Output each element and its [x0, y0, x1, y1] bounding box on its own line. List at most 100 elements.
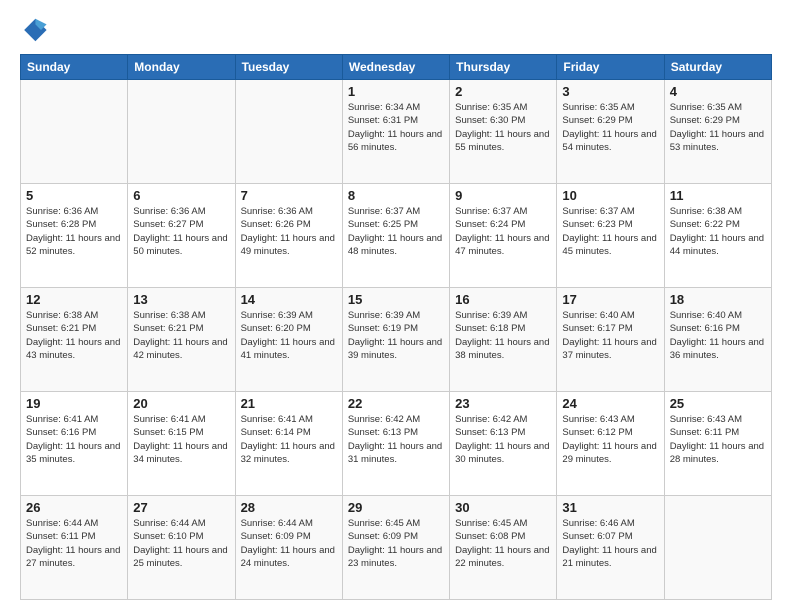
day-info: Sunrise: 6:37 AM Sunset: 6:23 PM Dayligh…: [562, 205, 658, 258]
calendar-body: 1 Sunrise: 6:34 AM Sunset: 6:31 PM Daylig…: [21, 80, 772, 600]
day-cell: 2Sunrise: 6:35 AM Sunset: 6:30 PM Daylig…: [450, 80, 557, 184]
day-cell: 18Sunrise: 6:40 AM Sunset: 6:16 PM Dayli…: [664, 288, 771, 392]
day-cell: 13 Sunrise: 6:38 AM Sunset: 6:21 PM Dayli…: [128, 288, 235, 392]
week-row-3: 19 Sunrise: 6:41 AM Sunset: 6:16 PM Dayli…: [21, 392, 772, 496]
header-cell-monday: Monday: [128, 55, 235, 80]
day-number: 31: [562, 500, 658, 515]
logo-icon: [20, 16, 48, 44]
header-cell-thursday: Thursday: [450, 55, 557, 80]
day-info: Sunrise: 6:39 AM Sunset: 6:19 PM Dayligh…: [348, 309, 444, 362]
day-info: Sunrise: 6:45 AM Sunset: 6:09 PM Dayligh…: [348, 517, 444, 570]
day-info: Sunrise: 6:40 AM Sunset: 6:17 PM Dayligh…: [562, 309, 658, 362]
header-cell-wednesday: Wednesday: [342, 55, 449, 80]
day-info: Sunrise: 6:39 AM Sunset: 6:20 PM Dayligh…: [241, 309, 337, 362]
day-number: 5: [26, 188, 122, 203]
calendar-header: SundayMondayTuesdayWednesdayThursdayFrid…: [21, 55, 772, 80]
day-cell: 1 Sunrise: 6:34 AM Sunset: 6:31 PM Daylig…: [342, 80, 449, 184]
day-cell: 16 Sunrise: 6:39 AM Sunset: 6:18 PM Dayli…: [450, 288, 557, 392]
day-info: Sunrise: 6:44 AM Sunset: 6:10 PM Dayligh…: [133, 517, 229, 570]
day-number: 12: [26, 292, 122, 307]
day-cell: [128, 80, 235, 184]
day-number: 23: [455, 396, 551, 411]
day-cell: 10 Sunrise: 6:37 AM Sunset: 6:23 PM Dayli…: [557, 184, 664, 288]
day-cell: 29 Sunrise: 6:45 AM Sunset: 6:09 PM Dayli…: [342, 496, 449, 600]
day-info: Sunrise: 6:42 AM Sunset: 6:13 PM Dayligh…: [455, 413, 551, 466]
day-number: 25: [670, 396, 766, 411]
day-number: 24: [562, 396, 658, 411]
day-info: Sunrise: 6:36 AM Sunset: 6:26 PM Dayligh…: [241, 205, 337, 258]
day-cell: 24 Sunrise: 6:43 AM Sunset: 6:12 PM Dayli…: [557, 392, 664, 496]
day-number: 28: [241, 500, 337, 515]
day-info: Sunrise: 6:39 AM Sunset: 6:18 PM Dayligh…: [455, 309, 551, 362]
day-cell: 22 Sunrise: 6:42 AM Sunset: 6:13 PM Dayli…: [342, 392, 449, 496]
day-cell: 14 Sunrise: 6:39 AM Sunset: 6:20 PM Dayli…: [235, 288, 342, 392]
day-cell: [235, 80, 342, 184]
header-cell-friday: Friday: [557, 55, 664, 80]
day-cell: 7 Sunrise: 6:36 AM Sunset: 6:26 PM Daylig…: [235, 184, 342, 288]
day-number: 30: [455, 500, 551, 515]
day-info: Sunrise: 6:41 AM Sunset: 6:16 PM Dayligh…: [26, 413, 122, 466]
day-number: 20: [133, 396, 229, 411]
day-number: 29: [348, 500, 444, 515]
day-info: Sunrise: 6:41 AM Sunset: 6:15 PM Dayligh…: [133, 413, 229, 466]
day-number: 7: [241, 188, 337, 203]
day-number: 21: [241, 396, 337, 411]
day-number: 8: [348, 188, 444, 203]
day-info: Sunrise: 6:44 AM Sunset: 6:11 PM Dayligh…: [26, 517, 122, 570]
header-row: SundayMondayTuesdayWednesdayThursdayFrid…: [21, 55, 772, 80]
day-cell: 5 Sunrise: 6:36 AM Sunset: 6:28 PM Daylig…: [21, 184, 128, 288]
day-cell: 19 Sunrise: 6:41 AM Sunset: 6:16 PM Dayli…: [21, 392, 128, 496]
day-cell: 11Sunrise: 6:38 AM Sunset: 6:22 PM Dayli…: [664, 184, 771, 288]
header-cell-saturday: Saturday: [664, 55, 771, 80]
day-info: Sunrise: 6:34 AM Sunset: 6:31 PM Dayligh…: [348, 101, 444, 154]
calendar-table: SundayMondayTuesdayWednesdayThursdayFrid…: [20, 54, 772, 600]
day-cell: 4Sunrise: 6:35 AM Sunset: 6:29 PM Daylig…: [664, 80, 771, 184]
day-cell: 30Sunrise: 6:45 AM Sunset: 6:08 PM Dayli…: [450, 496, 557, 600]
day-cell: [21, 80, 128, 184]
day-info: Sunrise: 6:36 AM Sunset: 6:28 PM Dayligh…: [26, 205, 122, 258]
day-cell: 23 Sunrise: 6:42 AM Sunset: 6:13 PM Dayli…: [450, 392, 557, 496]
day-number: 16: [455, 292, 551, 307]
day-info: Sunrise: 6:38 AM Sunset: 6:21 PM Dayligh…: [26, 309, 122, 362]
day-info: Sunrise: 6:46 AM Sunset: 6:07 PM Dayligh…: [562, 517, 658, 570]
day-info: Sunrise: 6:41 AM Sunset: 6:14 PM Dayligh…: [241, 413, 337, 466]
day-number: 4: [670, 84, 766, 99]
day-cell: 17Sunrise: 6:40 AM Sunset: 6:17 PM Dayli…: [557, 288, 664, 392]
day-number: 10: [562, 188, 658, 203]
day-number: 15: [348, 292, 444, 307]
day-cell: 20 Sunrise: 6:41 AM Sunset: 6:15 PM Dayli…: [128, 392, 235, 496]
header: [20, 16, 772, 44]
day-cell: 9 Sunrise: 6:37 AM Sunset: 6:24 PM Daylig…: [450, 184, 557, 288]
week-row-2: 12 Sunrise: 6:38 AM Sunset: 6:21 PM Dayli…: [21, 288, 772, 392]
day-cell: 3 Sunrise: 6:35 AM Sunset: 6:29 PM Daylig…: [557, 80, 664, 184]
day-cell: [664, 496, 771, 600]
day-info: Sunrise: 6:35 AM Sunset: 6:29 PM Dayligh…: [562, 101, 658, 154]
day-info: Sunrise: 6:38 AM Sunset: 6:21 PM Dayligh…: [133, 309, 229, 362]
day-number: 13: [133, 292, 229, 307]
day-number: 3: [562, 84, 658, 99]
day-number: 11: [670, 188, 766, 203]
day-info: Sunrise: 6:37 AM Sunset: 6:24 PM Dayligh…: [455, 205, 551, 258]
header-cell-sunday: Sunday: [21, 55, 128, 80]
day-number: 9: [455, 188, 551, 203]
day-number: 1: [348, 84, 444, 99]
day-info: Sunrise: 6:35 AM Sunset: 6:30 PM Dayligh…: [455, 101, 551, 154]
day-cell: 27 Sunrise: 6:44 AM Sunset: 6:10 PM Dayli…: [128, 496, 235, 600]
day-info: Sunrise: 6:36 AM Sunset: 6:27 PM Dayligh…: [133, 205, 229, 258]
day-number: 19: [26, 396, 122, 411]
week-row-1: 5 Sunrise: 6:36 AM Sunset: 6:28 PM Daylig…: [21, 184, 772, 288]
day-number: 6: [133, 188, 229, 203]
day-info: Sunrise: 6:43 AM Sunset: 6:12 PM Dayligh…: [562, 413, 658, 466]
day-info: Sunrise: 6:42 AM Sunset: 6:13 PM Dayligh…: [348, 413, 444, 466]
page: SundayMondayTuesdayWednesdayThursdayFrid…: [0, 0, 792, 612]
day-cell: 6 Sunrise: 6:36 AM Sunset: 6:27 PM Daylig…: [128, 184, 235, 288]
day-number: 22: [348, 396, 444, 411]
day-info: Sunrise: 6:43 AM Sunset: 6:11 PM Dayligh…: [670, 413, 766, 466]
header-cell-tuesday: Tuesday: [235, 55, 342, 80]
day-number: 26: [26, 500, 122, 515]
day-info: Sunrise: 6:37 AM Sunset: 6:25 PM Dayligh…: [348, 205, 444, 258]
day-cell: 12 Sunrise: 6:38 AM Sunset: 6:21 PM Dayli…: [21, 288, 128, 392]
day-number: 14: [241, 292, 337, 307]
day-number: 27: [133, 500, 229, 515]
day-cell: 21 Sunrise: 6:41 AM Sunset: 6:14 PM Dayli…: [235, 392, 342, 496]
